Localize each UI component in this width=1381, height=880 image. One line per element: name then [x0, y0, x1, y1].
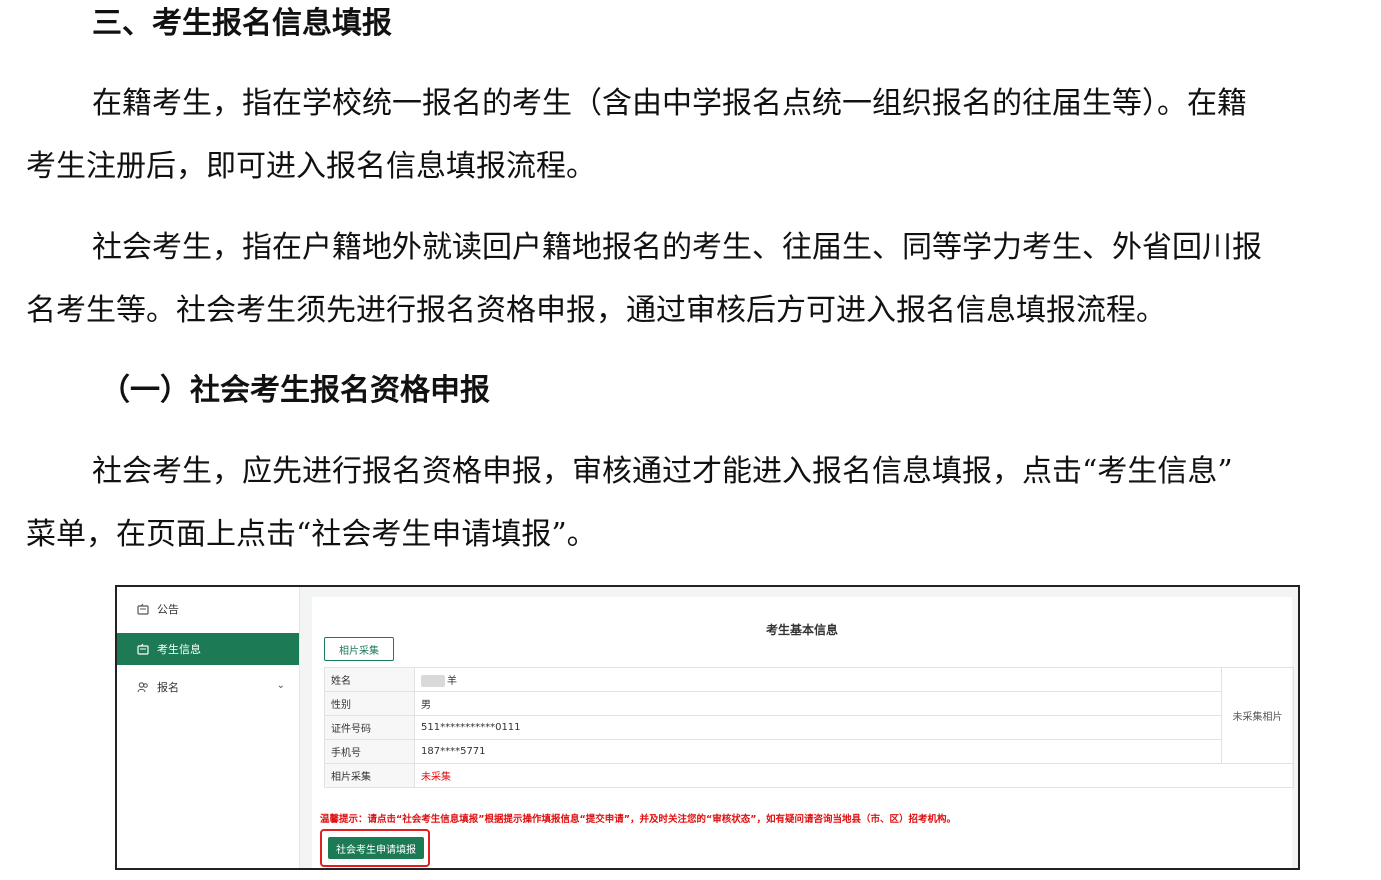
- sidebar-item-registration[interactable]: 报名 ⌄: [117, 671, 299, 703]
- card-title: 考生基本信息: [765, 623, 838, 637]
- table-row: 性别 男: [324, 691, 1294, 716]
- table-row: 手机号 187****5771: [324, 739, 1294, 764]
- notice-icon: [137, 603, 149, 615]
- section-heading: 三、考生报名信息填报: [92, 6, 392, 41]
- subsection-heading: （一）社会考生报名资格申报: [100, 373, 490, 408]
- row-value: 511***********0111: [414, 715, 1222, 740]
- row-value: 187****5771: [414, 739, 1222, 764]
- row-label: 证件号码: [324, 715, 415, 740]
- name-value: 羊: [447, 676, 457, 687]
- row-label: 手机号: [324, 739, 415, 764]
- table-row: 相片采集 未采集: [324, 763, 1294, 788]
- photo-capture-button[interactable]: 相片采集: [324, 637, 394, 661]
- table-row: 证件号码 511***********0111: [324, 715, 1294, 740]
- info-table: 姓名 羊 未采集相片 性别 男 证件号码 511***********0111 …: [324, 667, 1294, 788]
- row-label: 姓名: [324, 667, 415, 692]
- users-icon: [137, 681, 149, 693]
- paragraph-line: 在籍考生，指在学校统一报名的考生（含由中学报名点统一组织报名的往届生等）。在籍: [92, 86, 1247, 121]
- row-label: 相片采集: [324, 763, 415, 788]
- sidebar: 公告 考生信息 报名 ⌄: [117, 587, 300, 868]
- embedded-screenshot: 公告 考生信息 报名 ⌄ 考生基本信息 相片采集 姓名 羊 未采集相片 性别 男…: [115, 585, 1300, 870]
- sidebar-item-notice[interactable]: 公告: [117, 593, 299, 625]
- highlight-box: 社会考生申请填报: [320, 829, 430, 867]
- table-row: 姓名 羊 未采集相片: [324, 667, 1294, 764]
- paragraph-line: 菜单，在页面上点击“社会考生申请填报”。: [26, 517, 597, 552]
- photo-status-value: 未采集: [414, 763, 1294, 788]
- warm-tip: 温馨提示：请点击“社会考生信息填报”根据提示操作填报信息“提交申请”，并及时关注…: [320, 814, 956, 825]
- sidebar-item-student-info[interactable]: 考生信息: [117, 633, 299, 665]
- row-label: 性别: [324, 691, 415, 716]
- redacted-mark: [421, 675, 445, 687]
- social-apply-button[interactable]: 社会考生申请填报: [328, 837, 424, 859]
- paragraph-line: 社会考生，指在户籍地外就读回户籍地报名的考生、往届生、同等学力考生、外省回川报: [92, 230, 1262, 265]
- info-card: 考生基本信息 相片采集 姓名 羊 未采集相片 性别 男 证件号码 511****…: [312, 597, 1294, 868]
- chevron-down-icon: ⌄: [276, 680, 285, 691]
- main-content: 考生基本信息 相片采集 姓名 羊 未采集相片 性别 男 证件号码 511****…: [300, 587, 1298, 868]
- id-card-icon: [137, 643, 149, 655]
- paragraph-line: 社会考生，应先进行报名资格申报，审核通过才能进入报名信息填报，点击“考生信息”: [92, 454, 1233, 489]
- sidebar-item-label: 报名: [157, 681, 179, 694]
- row-value: 羊: [414, 667, 1222, 692]
- sidebar-item-label: 考生信息: [157, 643, 201, 656]
- photo-placeholder: 未采集相片: [1221, 667, 1294, 764]
- paragraph-line: 名考生等。社会考生须先进行报名资格申报，通过审核后方可进入报名信息填报流程。: [26, 293, 1166, 328]
- paragraph-line: 考生注册后，即可进入报名信息填报流程。: [26, 149, 596, 184]
- sidebar-item-label: 公告: [157, 603, 179, 616]
- row-value: 男: [414, 691, 1222, 716]
